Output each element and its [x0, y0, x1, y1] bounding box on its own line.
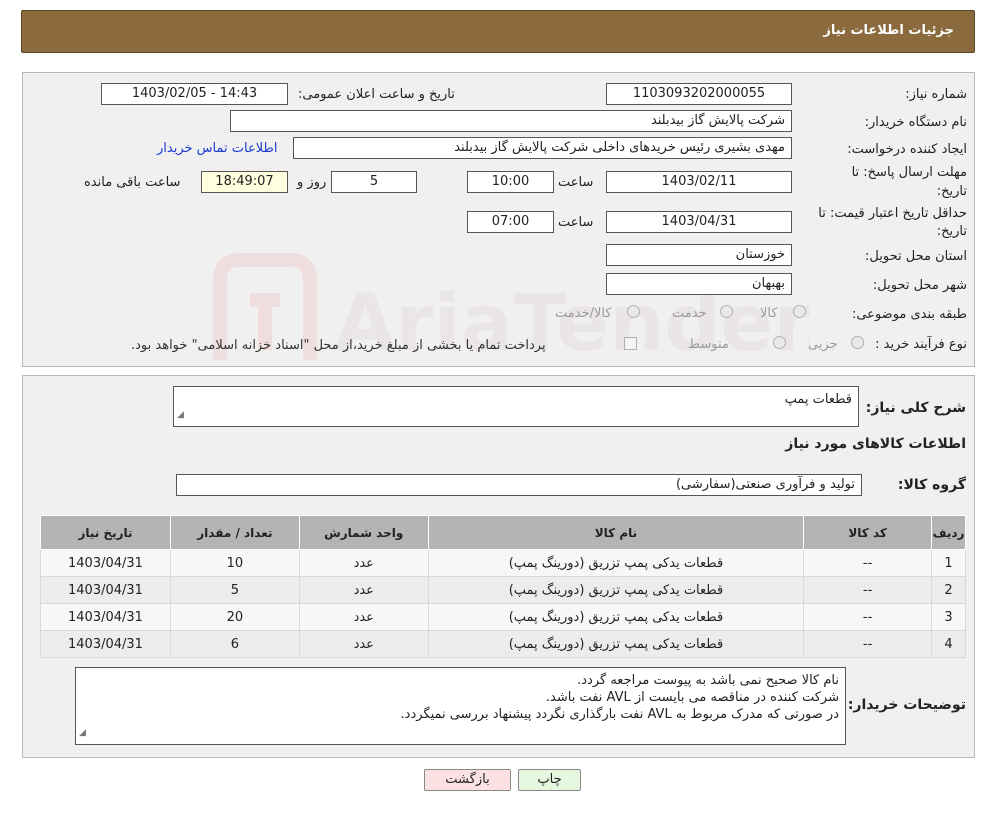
cell-unit: عدد [298, 576, 429, 604]
cell-qty: 5 [169, 576, 300, 604]
process-label: نوع فرآیند خرید : [875, 337, 967, 352]
payment-checkbox[interactable] [624, 337, 637, 350]
category-option-goods: کالا [760, 306, 778, 321]
remaining-label: ساعت باقی مانده [84, 175, 181, 190]
buyer-note-line: شرکت کننده در مناقصه می بایست از AVL نفت… [545, 690, 839, 705]
creator-label: ایجاد کننده درخواست: [847, 142, 967, 157]
goods-group-field: تولید و فرآوری صنعتی(سفارشی) [176, 474, 862, 496]
print-button[interactable]: چاپ [518, 769, 581, 791]
validity-label-2: تاریخ: [936, 224, 967, 239]
cell-date: 1403/04/31 [40, 630, 171, 658]
deadline-label: مهلت ارسال پاسخ: تا [851, 165, 967, 180]
validity-time-field: 07:00 [467, 211, 554, 233]
need-number-field: 1103093202000055 [606, 83, 792, 105]
cell-date: 1403/04/31 [40, 603, 171, 631]
buyer-note-line: در صورتی که مدرک مربوط به AVL نفت بارگذا… [400, 707, 839, 722]
col-row-header: ردیف [931, 515, 966, 550]
buyer-org-field: شرکت پالایش گاز بیدبلند [230, 110, 792, 132]
cell-row: 3 [931, 603, 966, 631]
category-option-service: خدمت [672, 306, 707, 321]
page-title: جزئیات اطلاعات نیاز [823, 23, 954, 38]
deadline-time-field: 10:00 [467, 171, 554, 193]
announce-label: تاریخ و ساعت اعلان عمومی: [298, 87, 455, 102]
resize-grip-icon[interactable]: ◢ [177, 407, 184, 424]
col-code-header: کد کالا [803, 515, 933, 550]
cell-row: 1 [931, 549, 966, 577]
buyer-note-line: نام کالا صحیح نمی باشد به پیوست مراجعه گ… [577, 673, 839, 688]
category-radio-goods-service[interactable] [627, 305, 640, 318]
table-header-row: ردیف کد کالا نام کالا واحد شمارش تعداد /… [40, 515, 966, 550]
cell-unit: عدد [298, 630, 429, 658]
summary-field: قطعات پمپ ◢ [173, 386, 859, 427]
province-label: استان محل تحویل: [865, 249, 967, 264]
deadline-time-label: ساعت [558, 175, 594, 190]
table-row: 3 -- قطعات یدکی پمپ تزریق (دورینگ پمپ) ع… [40, 603, 966, 631]
remaining-time-field: 18:49:07 [201, 171, 288, 193]
goods-info-title: اطلاعات کالاهای مورد نیاز [785, 436, 966, 452]
table-row: 2 -- قطعات یدکی پمپ تزریق (دورینگ پمپ) ع… [40, 576, 966, 604]
category-label: طبقه بندی موضوعی: [851, 307, 967, 322]
validity-time-label: ساعت [558, 215, 594, 230]
summary-label: شرح کلی نیاز: [865, 400, 966, 416]
process-radio-medium[interactable] [773, 336, 786, 349]
creator-field: مهدی بشیری رئیس خریدهای داخلی شرکت پالای… [293, 137, 792, 159]
goods-group-label: گروه کالا: [897, 477, 966, 493]
cell-qty: 20 [169, 603, 300, 631]
cell-code: -- [803, 630, 933, 658]
days-remaining-field: 5 [331, 171, 417, 193]
cell-name: قطعات یدکی پمپ تزریق (دورینگ پمپ) [427, 630, 805, 658]
category-option-goods-service: کالا/خدمت [555, 306, 612, 321]
days-label: روز و [297, 175, 327, 190]
city-label: شهر محل تحویل: [872, 278, 967, 293]
deadline-date-field: 1403/02/11 [606, 171, 792, 193]
need-number-label: شماره نیاز: [905, 87, 967, 102]
buyer-contact-link[interactable]: اطلاعات تماس خریدار [157, 141, 277, 156]
col-name-header: نام کالا [427, 515, 805, 550]
cell-code: -- [803, 576, 933, 604]
payment-note: پرداخت تمام یا بخشی از مبلغ خرید،از محل … [131, 338, 546, 353]
resize-grip-icon[interactable]: ◢ [79, 725, 86, 742]
process-radio-minor[interactable] [851, 336, 864, 349]
province-field: خوزستان [606, 244, 792, 266]
page-header: جزئیات اطلاعات نیاز [21, 10, 975, 53]
back-button[interactable]: بازگشت [424, 769, 511, 791]
announce-datetime-field: 1403/02/05 - 14:43 [101, 83, 288, 105]
cell-row: 2 [931, 576, 966, 604]
process-option-minor: جزیی [808, 337, 838, 352]
table-row: 4 -- قطعات یدکی پمپ تزریق (دورینگ پمپ) ع… [40, 630, 966, 658]
cell-qty: 6 [169, 630, 300, 658]
process-option-medium: متوسط [688, 337, 729, 352]
col-date-header: تاریخ نیاز [40, 515, 171, 550]
cell-code: -- [803, 549, 933, 577]
cell-name: قطعات یدکی پمپ تزریق (دورینگ پمپ) [427, 549, 805, 577]
cell-name: قطعات یدکی پمپ تزریق (دورینگ پمپ) [427, 603, 805, 631]
items-table: ردیف کد کالا نام کالا واحد شمارش تعداد /… [40, 515, 966, 658]
col-qty-header: تعداد / مقدار [169, 515, 300, 550]
summary-text: قطعات پمپ [784, 392, 852, 407]
buyer-org-label: نام دستگاه خریدار: [864, 115, 967, 130]
validity-label: حداقل تاریخ اعتبار قیمت: تا [818, 206, 967, 221]
table-row: 1 -- قطعات یدکی پمپ تزریق (دورینگ پمپ) ع… [40, 549, 966, 577]
cell-code: -- [803, 603, 933, 631]
category-radio-goods[interactable] [793, 305, 806, 318]
city-field: بهبهان [606, 273, 792, 295]
cell-date: 1403/04/31 [40, 549, 171, 577]
category-radio-service[interactable] [720, 305, 733, 318]
cell-unit: عدد [298, 549, 429, 577]
col-unit-header: واحد شمارش [298, 515, 429, 550]
cell-name: قطعات یدکی پمپ تزریق (دورینگ پمپ) [427, 576, 805, 604]
buyer-notes-field: نام کالا صحیح نمی باشد به پیوست مراجعه گ… [75, 667, 846, 745]
deadline-label-2: تاریخ: [936, 184, 967, 199]
cell-date: 1403/04/31 [40, 576, 171, 604]
cell-unit: عدد [298, 603, 429, 631]
validity-date-field: 1403/04/31 [606, 211, 792, 233]
buyer-notes-label: توضیحات خریدار: [847, 697, 966, 713]
cell-qty: 10 [169, 549, 300, 577]
cell-row: 4 [931, 630, 966, 658]
